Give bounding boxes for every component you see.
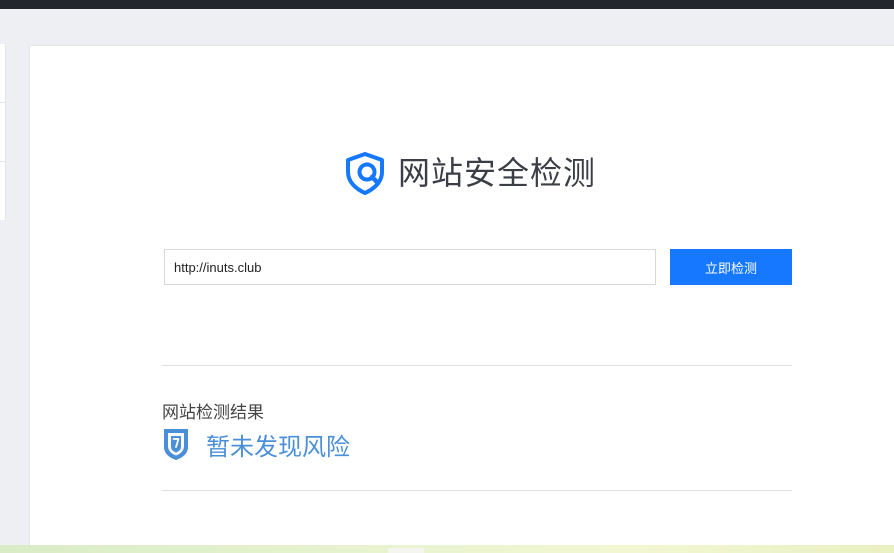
result-status-row: 暂未发现风险 xyxy=(162,426,350,462)
browser-top-bar xyxy=(0,0,894,9)
shield-magnifier-icon xyxy=(344,151,386,195)
sidebar-separator xyxy=(0,102,5,103)
check-now-button[interactable]: 立即检测 xyxy=(670,249,792,285)
result-heading: 网站检测结果 xyxy=(162,403,264,423)
section-divider xyxy=(162,365,792,366)
taskbar-tab xyxy=(388,548,424,553)
shield-checked-icon xyxy=(162,427,190,461)
page-title: 网站安全检测 xyxy=(398,154,597,192)
left-sidebar-panel xyxy=(0,44,6,220)
result-status-text: 暂未发现风险 xyxy=(206,432,350,461)
content-card xyxy=(29,45,894,546)
page-header: 网站安全检测 xyxy=(344,150,596,196)
section-divider xyxy=(162,490,792,491)
url-input[interactable] xyxy=(164,249,656,285)
bottom-taskbar-strip xyxy=(0,545,894,553)
sidebar-separator xyxy=(0,161,5,162)
